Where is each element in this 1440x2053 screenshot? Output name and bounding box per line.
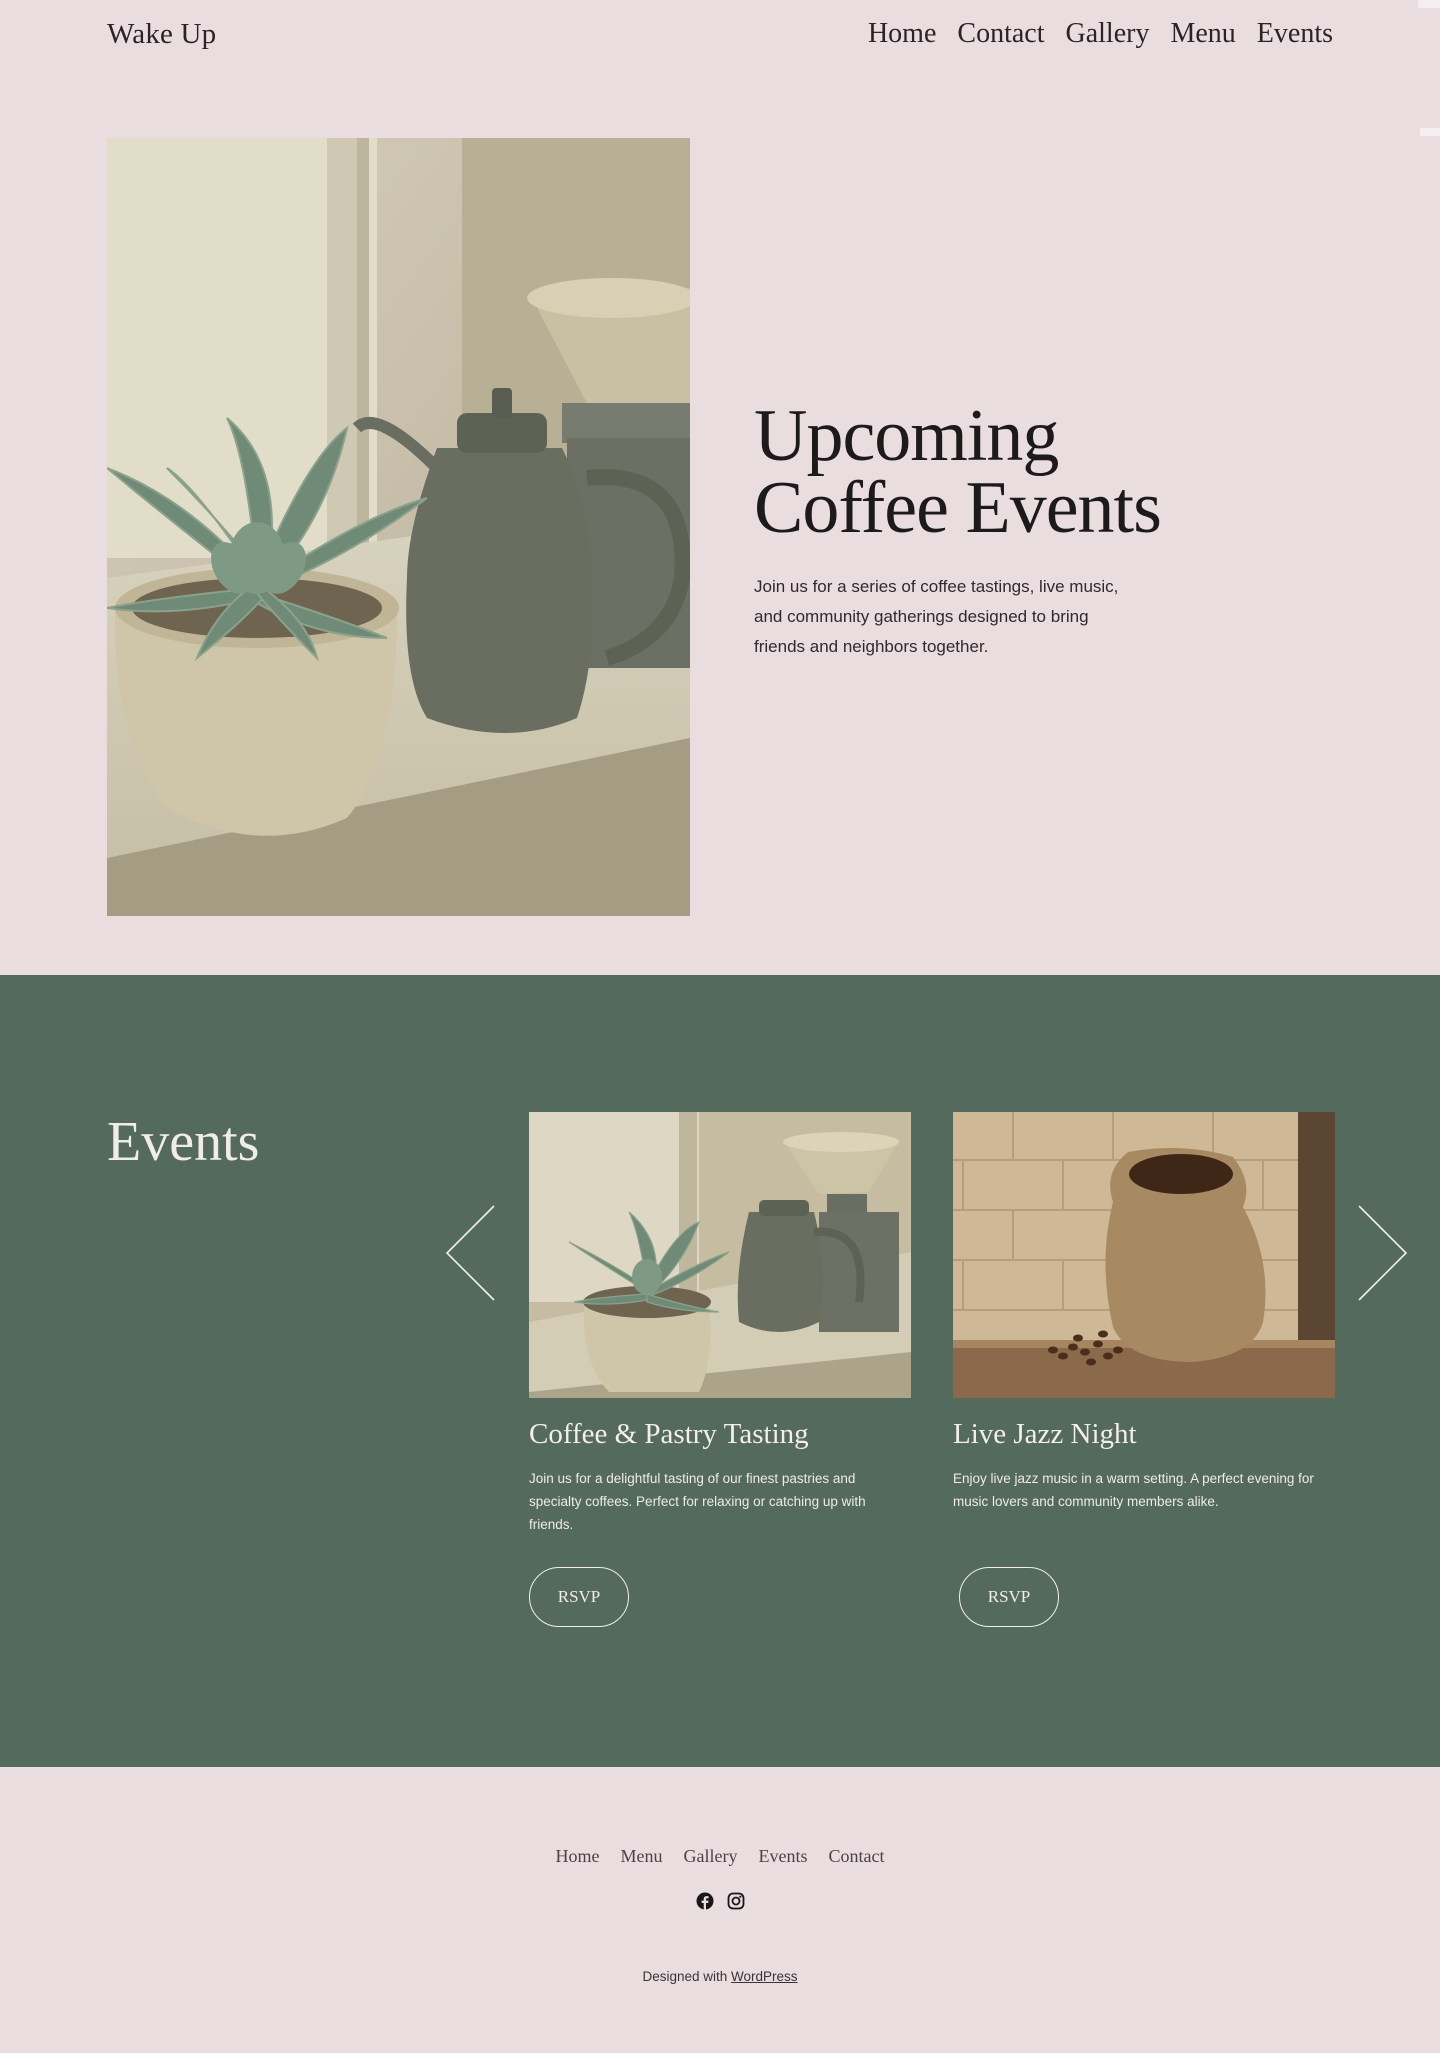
event-card-title: Live Jazz Night xyxy=(953,1418,1137,1450)
hero-description: Join us for a series of coffee tastings,… xyxy=(754,577,1119,656)
credit-prefix: Designed with xyxy=(642,1969,728,1984)
hero-title-line2: Coffee Events xyxy=(754,467,1162,549)
nav-home[interactable]: Home xyxy=(868,18,936,50)
nav-events[interactable]: Events xyxy=(1257,18,1333,50)
site-header: Wake Up Home Contact Gallery Menu Events xyxy=(0,0,1440,80)
footer-nav-events[interactable]: Events xyxy=(758,1846,807,1867)
nav-menu[interactable]: Menu xyxy=(1170,18,1235,50)
edge-marker xyxy=(1420,128,1440,136)
footer-nav-contact[interactable]: Contact xyxy=(828,1846,884,1867)
nav-gallery[interactable]: Gallery xyxy=(1065,18,1149,50)
event-card-description: Enjoy live jazz music in a warm setting.… xyxy=(953,1471,1314,1509)
hero-title: Upcoming Coffee Events xyxy=(754,399,1174,545)
instagram-icon[interactable] xyxy=(727,1892,745,1910)
event-card-image xyxy=(953,1112,1335,1398)
footer-nav-gallery[interactable]: Gallery xyxy=(684,1846,738,1867)
footer-nav-home[interactable]: Home xyxy=(556,1846,600,1867)
wordpress-link[interactable]: WordPress xyxy=(731,1969,798,1984)
events-section: Events Coffee & Pastry Tasting Join us f… xyxy=(0,975,1440,1767)
hero-image xyxy=(107,138,690,916)
hero-title-line1: Upcoming xyxy=(754,395,1059,477)
main-nav: Home Contact Gallery Menu Events xyxy=(868,18,1333,50)
hero-text-block: Upcoming Coffee Events Join us for a ser… xyxy=(754,399,1174,662)
event-card-title: Coffee & Pastry Tasting xyxy=(529,1418,809,1450)
facebook-icon[interactable] xyxy=(696,1892,714,1910)
footer-credit: Designed with WordPress xyxy=(0,1969,1440,1984)
event-card-coffee-pastry: Coffee & Pastry Tasting Join us for a de… xyxy=(529,1112,911,1627)
rsvp-button[interactable]: RSVP xyxy=(959,1567,1059,1627)
nav-contact[interactable]: Contact xyxy=(957,18,1044,50)
chevron-right-icon[interactable] xyxy=(1357,1204,1409,1302)
chevron-left-icon[interactable] xyxy=(444,1204,496,1302)
site-title[interactable]: Wake Up xyxy=(107,18,216,51)
rsvp-button[interactable]: RSVP xyxy=(529,1567,629,1627)
social-links xyxy=(0,1892,1440,1910)
event-card-description: Join us for a delightful tasting of our … xyxy=(529,1471,866,1532)
edge-marker xyxy=(1418,0,1440,8)
footer-nav-menu[interactable]: Menu xyxy=(621,1846,663,1867)
event-card-jazz-night: Live Jazz Night Enjoy live jazz music in… xyxy=(953,1112,1335,1627)
footer-nav: Home Menu Gallery Events Contact xyxy=(0,1846,1440,1867)
events-heading: Events xyxy=(107,1111,260,1173)
event-card-image xyxy=(529,1112,911,1398)
